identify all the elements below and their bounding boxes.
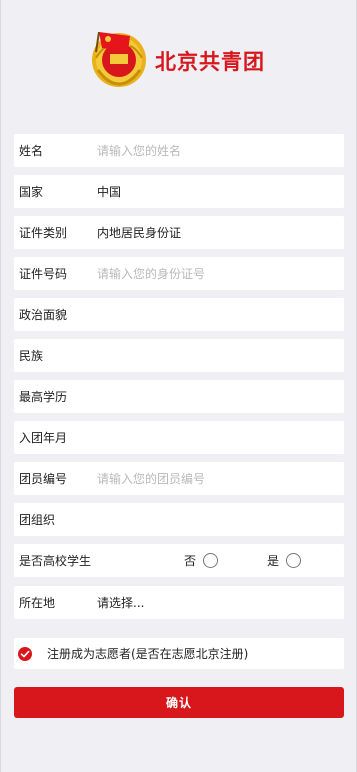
- volunteer-row[interactable]: 注册成为志愿者(是否在志愿北京注册): [14, 638, 344, 669]
- id-type-label: 证件类别: [19, 226, 68, 240]
- id-number-field-row[interactable]: 证件号码 请输入您的身份证号: [14, 257, 344, 290]
- political-status-field-row[interactable]: 政治面貌: [14, 298, 344, 331]
- ethnicity-field-row[interactable]: 民族: [14, 339, 344, 372]
- name-field-row[interactable]: 姓名 请输入您的姓名: [14, 134, 344, 167]
- student-field-row: 是否高校学生 否 是: [14, 544, 344, 577]
- checkmark-icon: [20, 650, 30, 658]
- organization-field-row[interactable]: 团组织: [14, 503, 344, 536]
- confirm-button[interactable]: 确认: [14, 687, 344, 718]
- student-yes-radio[interactable]: [286, 553, 302, 568]
- country-label: 国家: [19, 185, 44, 199]
- id-type-value[interactable]: 内地居民身份证: [97, 224, 181, 241]
- education-label: 最高学历: [19, 390, 68, 404]
- youth-league-emblem-icon: [92, 31, 146, 87]
- member-number-input[interactable]: 请输入您的团员编号: [97, 470, 205, 487]
- id-number-label: 证件号码: [19, 267, 68, 281]
- location-field-row[interactable]: 所在地 请选择...: [14, 586, 344, 619]
- brand-title: 北京共青团: [155, 50, 265, 74]
- student-no-label: 否: [184, 554, 197, 568]
- name-label: 姓名: [19, 144, 44, 158]
- member-number-label: 团员编号: [19, 472, 68, 486]
- id-type-field-row[interactable]: 证件类别 内地居民身份证: [14, 216, 344, 249]
- country-field-row[interactable]: 国家 中国: [14, 175, 344, 208]
- student-radio-group: 否 是: [184, 544, 302, 577]
- location-label: 所在地: [19, 596, 56, 610]
- political-status-label: 政治面貌: [19, 308, 68, 322]
- header: 北京共青团: [0, 0, 357, 118]
- student-no-radio[interactable]: [203, 553, 219, 568]
- name-input[interactable]: 请输入您的姓名: [97, 142, 181, 159]
- volunteer-checkbox[interactable]: [18, 647, 32, 661]
- organization-label: 团组织: [19, 513, 56, 527]
- student-label: 是否高校学生: [19, 554, 92, 568]
- join-date-field-row[interactable]: 入团年月: [14, 421, 344, 454]
- ethnicity-label: 民族: [19, 349, 44, 363]
- id-number-input[interactable]: 请输入您的身份证号: [97, 265, 205, 282]
- join-date-label: 入团年月: [19, 431, 68, 445]
- country-value[interactable]: 中国: [97, 183, 121, 200]
- volunteer-label: 注册成为志愿者(是否在志愿北京注册): [47, 647, 249, 661]
- student-yes-label: 是: [267, 554, 280, 568]
- member-number-field-row[interactable]: 团员编号 请输入您的团员编号: [14, 462, 344, 495]
- location-select[interactable]: 请选择...: [97, 594, 144, 611]
- education-field-row[interactable]: 最高学历: [14, 380, 344, 413]
